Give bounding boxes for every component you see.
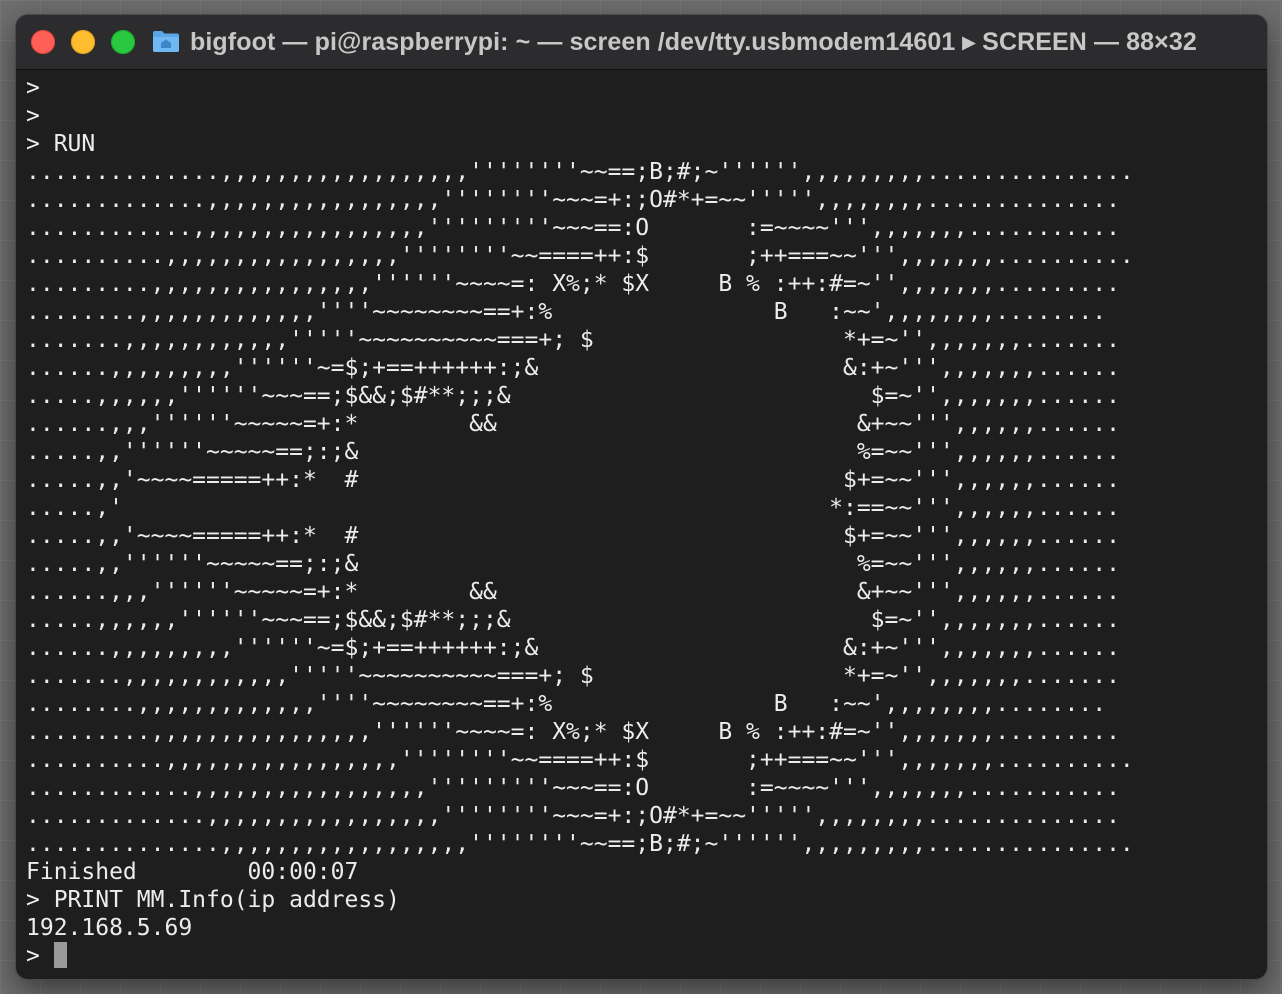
terminal-line: .....,,''''''~~~~~==;:;& %=~~''',,,,,,..… bbox=[26, 551, 1120, 577]
terminal-line: ......,,,''''''~~~~~=+:* && &+~~''',,,,,… bbox=[26, 579, 1120, 605]
terminal-line: ..............,,,,,,,,,,,,,,,,,,''''''''… bbox=[26, 831, 1134, 857]
terminal-line: .........,,,,,,,,,,,,,,,,''''''~~~~=: X%… bbox=[26, 271, 1120, 297]
terminal-line: ............,,,,,,,,,,,,,,,,,'''''''''~~… bbox=[26, 775, 1120, 801]
terminal-line: .....,' *:==~~''',,,,,,...... bbox=[26, 495, 1120, 521]
terminal-line: .............,,,,,,,,,,,,,,,,,''''''''~~… bbox=[26, 187, 1120, 213]
terminal-line: .....,,,,,,''''''~~~==;$&&;$#**;;;& $=~'… bbox=[26, 607, 1120, 633]
terminal-line: .....,,''''''~~~~~==;:;& %=~~''',,,,,,..… bbox=[26, 439, 1120, 465]
terminal-line: ........,,,,,,,,,,,,,''''~~~~~~~~==+:% B… bbox=[26, 299, 1107, 325]
prompt-text: > bbox=[26, 943, 54, 969]
terminal-line: ........,,,,,,,,,,,,,''''~~~~~~~~==+:% B… bbox=[26, 691, 1107, 717]
terminal-line: .........,,,,,,,,,,,,,,,,''''''~~~~=: X%… bbox=[26, 719, 1120, 745]
terminal-line: .......,,,,,,,,,,,,'''''~~~~~~~~~~===+; … bbox=[26, 327, 1120, 353]
terminal-line: > PRINT MM.Info(ip address) bbox=[26, 887, 400, 913]
terminal-line: 192.168.5.69 bbox=[26, 915, 193, 941]
terminal-output[interactable]: > > > RUN ..............,,,,,,,,,,,,,,,,,,'… bbox=[26, 74, 1267, 979]
window-title: bigfoot — pi@raspberrypi: ~ — screen /de… bbox=[190, 28, 1197, 56]
terminal-line: .......,,,,,,,,,,,,'''''~~~~~~~~~~===+; … bbox=[26, 663, 1120, 689]
terminal-line: ......,,,,,,,,,''''''~=$;+==++++++:;& &:… bbox=[26, 635, 1120, 661]
terminal-line: .....,,,,,,''''''~~~==;$&&;$#**;;;& $=~'… bbox=[26, 383, 1120, 409]
minimize-button[interactable] bbox=[71, 30, 95, 54]
terminal-line: ..............,,,,,,,,,,,,,,,,,,''''''''… bbox=[26, 159, 1134, 185]
folder-icon bbox=[153, 31, 179, 52]
zoom-button[interactable] bbox=[111, 30, 135, 54]
prompt-line[interactable]: > bbox=[26, 942, 1267, 970]
terminal-line: ......,,,''''''~~~~~=+:* && &+~~''',,,,,… bbox=[26, 411, 1120, 437]
terminal-line: ......,,,,,,,,,''''''~=$;+==++++++:;& &:… bbox=[26, 355, 1120, 381]
terminal-line: .....,,'~~~~=====++:* # $+=~~''',,,,,,..… bbox=[26, 523, 1120, 549]
terminal-line: .............,,,,,,,,,,,,,,,,,''''''''~~… bbox=[26, 803, 1120, 829]
terminal-line: > bbox=[26, 103, 40, 129]
terminal-line: ..........,,,,,,,,,,,,,,,,,''''''''~~===… bbox=[26, 747, 1134, 773]
terminal-line: .....,,'~~~~=====++:* # $+=~~''',,,,,,..… bbox=[26, 467, 1120, 493]
text-cursor bbox=[53, 942, 67, 968]
terminal-line: ............,,,,,,,,,,,,,,,,,'''''''''~~… bbox=[26, 215, 1120, 241]
terminal-line: > bbox=[26, 75, 40, 101]
title-bar[interactable]: bigfoot — pi@raspberrypi: ~ — screen /de… bbox=[16, 15, 1267, 70]
terminal-line: Finished 00:00:07 bbox=[26, 859, 359, 885]
close-button[interactable] bbox=[31, 30, 55, 54]
terminal-line: ..........,,,,,,,,,,,,,,,,,''''''''~~===… bbox=[26, 243, 1134, 269]
terminal-window: bigfoot — pi@raspberrypi: ~ — screen /de… bbox=[16, 15, 1267, 979]
terminal-line: > RUN bbox=[26, 131, 96, 157]
